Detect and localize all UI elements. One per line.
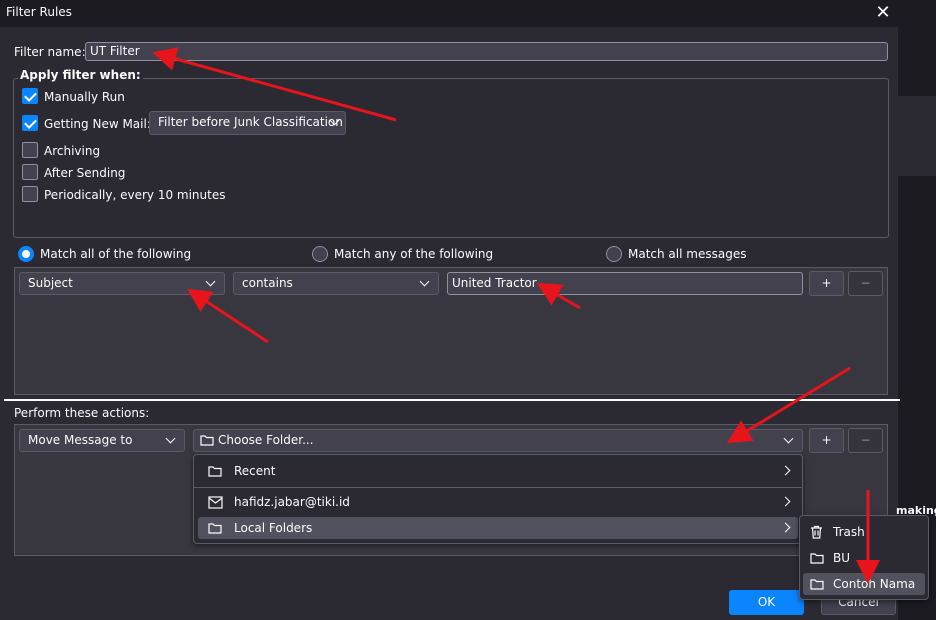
background-panel [898,96,936,176]
apply-filter-legend: Apply filter when: [18,68,143,82]
match-any-radio[interactable] [312,246,328,262]
rule-operator-dropdown[interactable]: contains [233,272,439,295]
local-folders-submenu: Trash BU Contoh Nama [799,515,929,600]
splitter[interactable] [4,399,900,401]
chevron-right-icon [780,522,791,533]
ok-button[interactable]: OK [729,590,804,615]
junk-classification-dropdown[interactable]: Filter before Junk Classification [149,111,346,135]
remove-rule-button[interactable]: − [848,271,883,296]
getting-new-mail-label: Getting New Mail: [44,117,151,131]
folder-icon [208,523,222,534]
periodically-label: Periodically, every 10 minutes [44,188,226,202]
manually-run-checkbox[interactable] [22,88,38,104]
chevron-down-icon [205,276,216,287]
rule-field-dropdown[interactable]: Subject [19,272,225,295]
chevron-right-icon [780,465,791,476]
rule-value-input[interactable]: United Tractor [447,272,803,295]
folder-icon [810,579,824,590]
manually-run-label: Manually Run [44,90,125,104]
menu-item-recent[interactable]: Recent [198,460,798,482]
archiving-checkbox[interactable] [22,142,38,158]
chevron-down-icon [783,433,794,444]
archiving-label: Archiving [44,144,101,158]
action-type-value: Move Message to [28,433,133,447]
folder-menu: Recent hafidz.jabar@tiki.id Local Folder… [193,454,803,544]
getting-new-mail-checkbox[interactable] [22,115,38,131]
match-all-messages-radio[interactable] [606,246,622,262]
junk-classification-value: Filter before Junk Classification [158,115,343,129]
submenu-item-bu[interactable]: BU [803,547,925,569]
folder-icon [200,435,214,446]
title-bar [0,0,898,27]
trash-icon [811,525,822,539]
periodically-checkbox[interactable] [22,186,38,202]
match-all-label: Match all of the following [40,247,192,261]
choose-folder-dropdown[interactable]: Choose Folder... [193,429,803,452]
menu-item-recent-label: Recent [234,464,276,478]
remove-action-button[interactable]: − [848,428,883,453]
menu-item-account[interactable]: hafidz.jabar@tiki.id [198,491,798,513]
chevron-down-icon [419,276,430,287]
rule-field-value: Subject [28,276,73,290]
window-title: Filter Rules [6,5,72,19]
menu-item-local-folders[interactable]: Local Folders [198,517,798,539]
after-sending-checkbox[interactable] [22,164,38,180]
chevron-down-icon [165,433,176,444]
match-all-messages-label: Match all messages [628,247,747,261]
actions-label: Perform these actions: [14,406,150,420]
chevron-right-icon [780,496,791,507]
filter-name-input[interactable]: UT Filter [85,42,888,61]
submenu-item-trash[interactable]: Trash [803,521,925,543]
add-action-button[interactable]: + [809,428,844,453]
menu-item-local-folders-label: Local Folders [234,521,313,535]
match-all-radio[interactable] [18,246,34,262]
filter-name-label: Filter name: [14,45,86,59]
folder-icon [810,553,824,564]
menu-item-account-label: hafidz.jabar@tiki.id [234,495,350,509]
choose-folder-value: Choose Folder... [218,433,314,447]
action-type-dropdown[interactable]: Move Message to [19,429,185,452]
add-rule-button[interactable]: + [809,271,844,296]
close-icon[interactable]: ✕ [872,2,894,24]
submenu-item-trash-label: Trash [833,525,865,539]
rule-operator-value: contains [242,276,293,290]
submenu-item-contoh-nama[interactable]: Contoh Nama [803,573,925,595]
after-sending-label: After Sending [44,166,126,180]
mail-account-icon [208,496,223,509]
folder-icon [208,466,222,477]
menu-separator [194,487,802,488]
match-any-label: Match any of the following [334,247,494,261]
submenu-item-bu-label: BU [833,551,851,565]
submenu-item-contoh-nama-label: Contoh Nama [833,577,916,591]
apply-filter-group [13,78,889,238]
